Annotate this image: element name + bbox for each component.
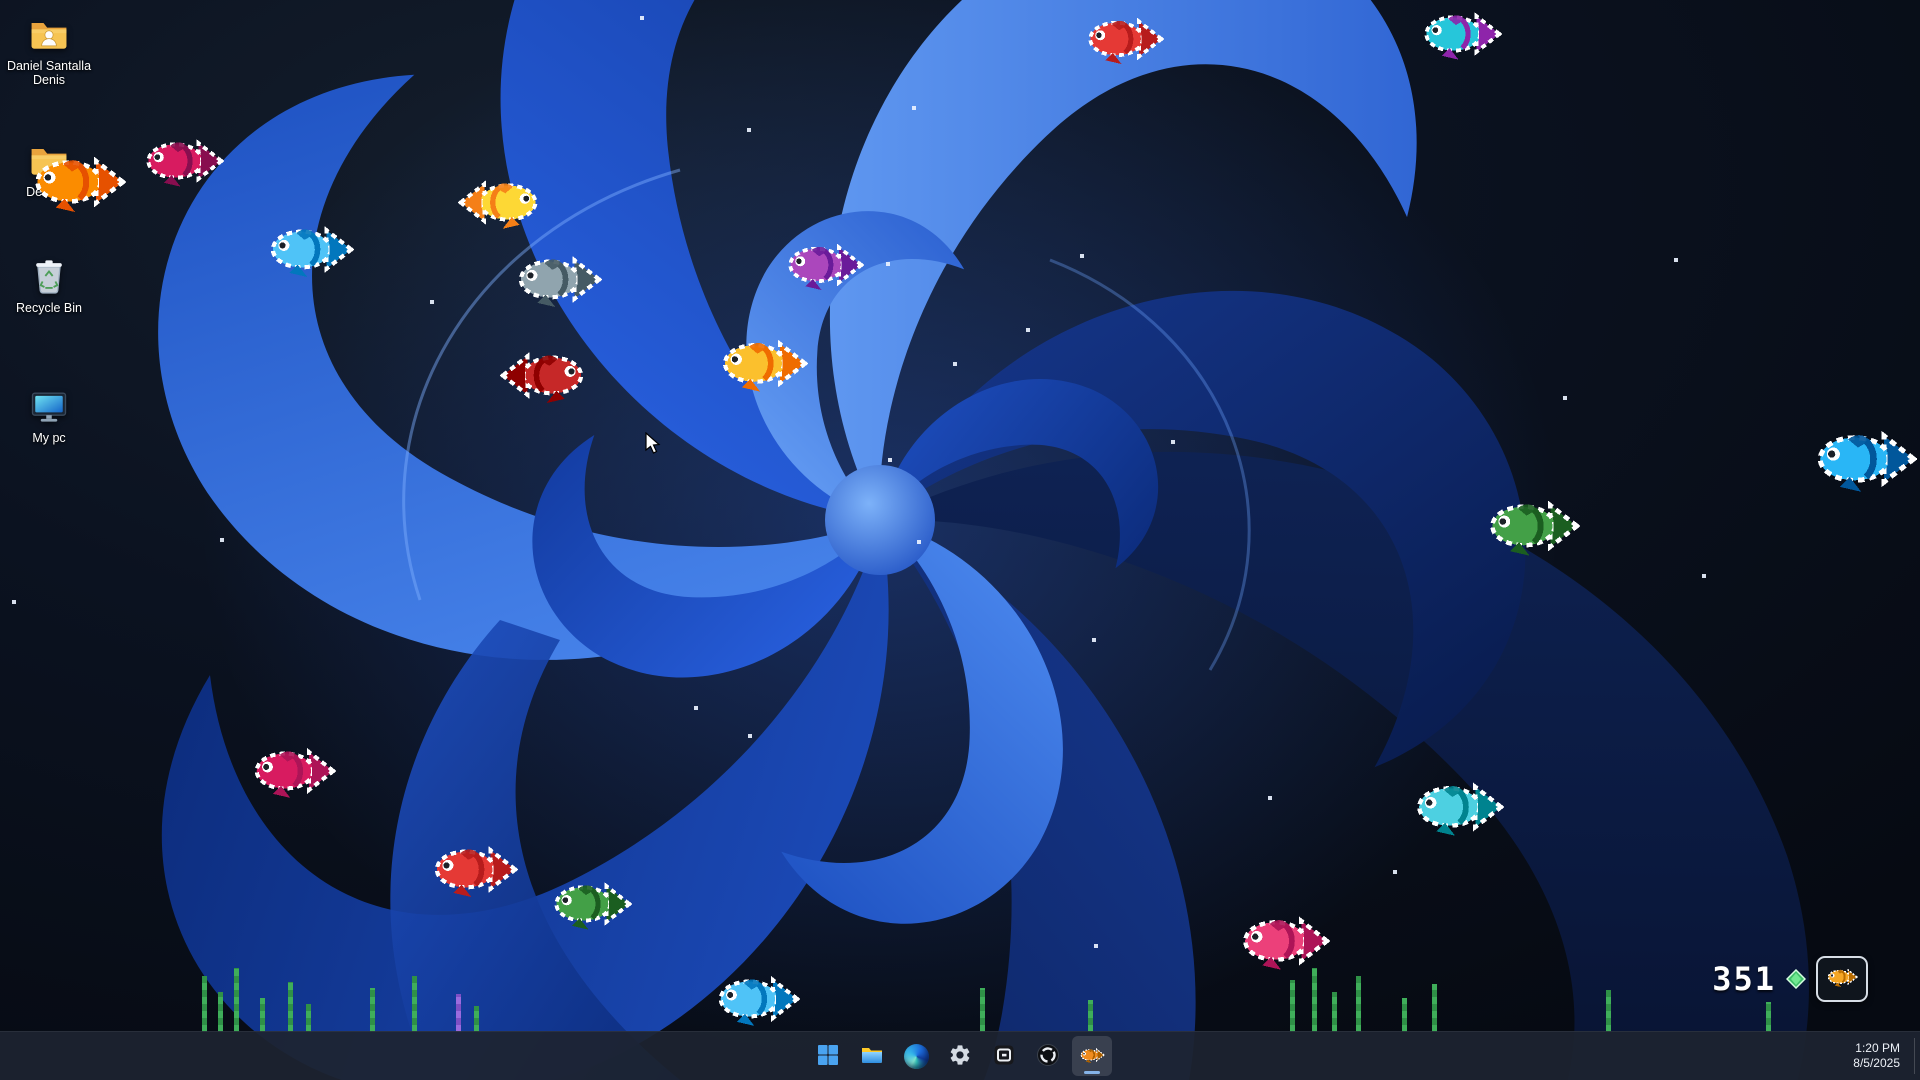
fish-sprite-17[interactable] xyxy=(1412,778,1504,836)
fish-sprite-8[interactable] xyxy=(784,240,864,290)
fish-sprite-1[interactable] xyxy=(1084,14,1164,64)
fish-sprite-14[interactable] xyxy=(430,842,518,897)
capcut-button[interactable] xyxy=(984,1036,1024,1076)
capcut-icon xyxy=(992,1043,1016,1070)
settings-icon xyxy=(948,1043,972,1070)
running-indicator xyxy=(1084,1071,1100,1074)
fish-sprite-4[interactable] xyxy=(30,152,126,212)
gem-icon xyxy=(1786,969,1806,989)
mouse-cursor xyxy=(645,432,662,461)
fish-layer xyxy=(0,0,1920,1080)
obs-icon xyxy=(1036,1043,1060,1070)
fish-sprite-11[interactable] xyxy=(1812,426,1917,492)
show-desktop-button[interactable] xyxy=(1914,1038,1920,1074)
fish-sprite-13[interactable] xyxy=(250,744,336,798)
aquarium-score-counter: 351 xyxy=(1712,956,1868,1002)
fish-sprite-5[interactable] xyxy=(458,176,542,229)
file-explorer-button[interactable] xyxy=(852,1036,892,1076)
fish-sprite-7[interactable] xyxy=(514,252,602,307)
fish-sprite-10[interactable] xyxy=(500,348,588,403)
tray-time: 1:20 PM xyxy=(1853,1041,1900,1056)
fish-sprite-2[interactable] xyxy=(1420,8,1502,60)
system-tray-clock[interactable]: 1:20 PM 8/5/2025 xyxy=(1847,1037,1906,1075)
counter-fish-icon xyxy=(1826,967,1858,992)
settings-button[interactable] xyxy=(940,1036,980,1076)
start-icon xyxy=(816,1043,840,1070)
tray-date: 8/5/2025 xyxy=(1853,1056,1900,1071)
fish-sprite-16[interactable] xyxy=(714,972,800,1026)
aquarium-app-button[interactable] xyxy=(1072,1036,1112,1076)
fish-sprite-12[interactable] xyxy=(1485,496,1580,556)
file-explorer-icon xyxy=(860,1043,884,1070)
fish-sprite-15[interactable] xyxy=(550,878,632,930)
taskbar: 1:20 PM 8/5/2025 xyxy=(0,1031,1920,1080)
obs-button[interactable] xyxy=(1028,1036,1068,1076)
fish-inventory-button[interactable] xyxy=(1816,956,1868,1002)
edge-button[interactable] xyxy=(896,1036,936,1076)
taskbar-icon-group xyxy=(808,1036,1112,1076)
fish-sprite-9[interactable] xyxy=(718,335,808,392)
start-button[interactable] xyxy=(808,1036,848,1076)
fish-sprite-3[interactable] xyxy=(142,135,224,187)
edge-icon xyxy=(904,1044,929,1069)
fish-sprite-6[interactable] xyxy=(266,222,354,277)
aquarium-app-icon xyxy=(1079,1047,1105,1066)
score-value: 351 xyxy=(1712,960,1776,998)
desktop[interactable]: Daniel SantallaDenisDesktopRecycle BinMy… xyxy=(0,0,1920,1080)
fish-sprite-18[interactable] xyxy=(1238,912,1330,970)
